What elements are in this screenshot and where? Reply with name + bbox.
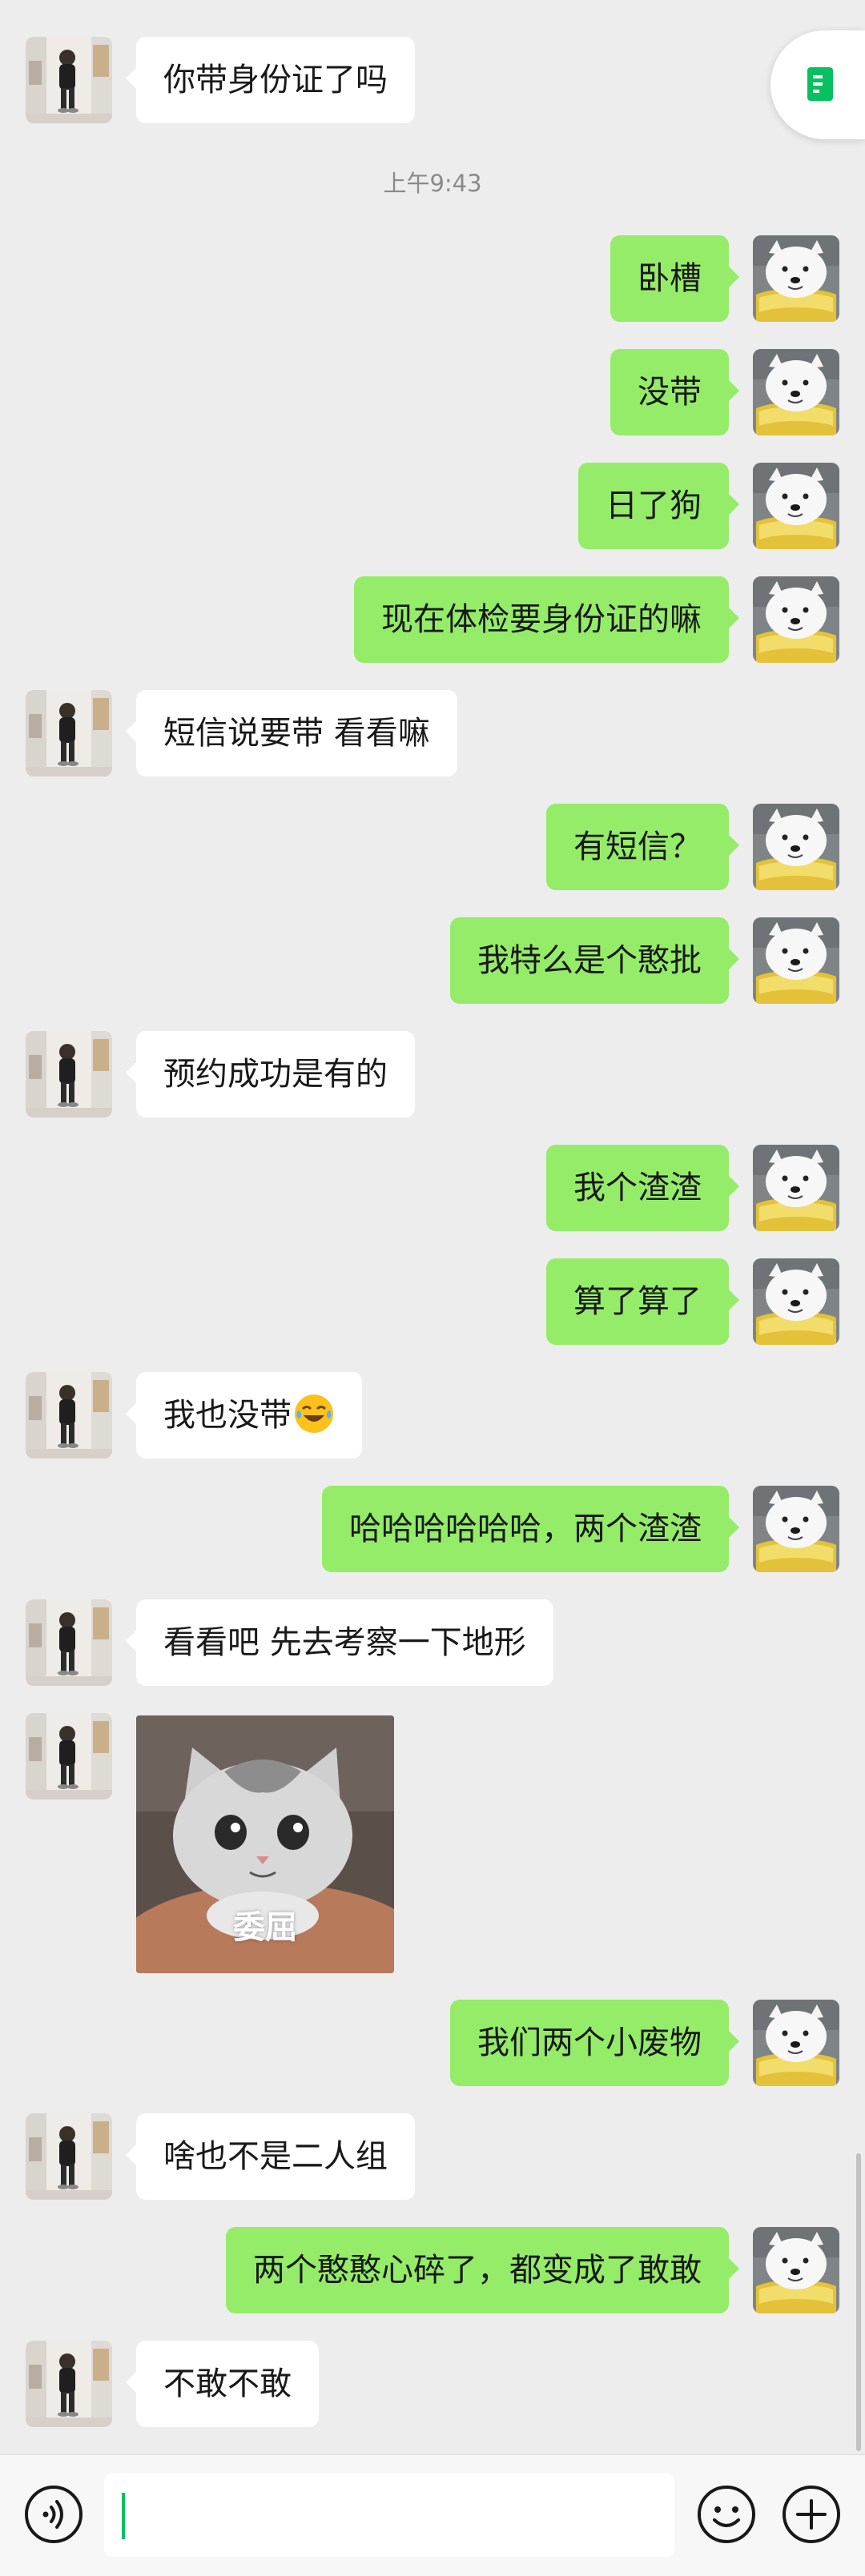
message-bubble[interactable]: 我个渣渣 [546, 1145, 739, 1231]
message-bubble[interactable]: 啥也不是二人组 [126, 2113, 415, 2200]
message-row-incoming: 看看吧 先去考察一下地形 [0, 1599, 865, 1689]
message-bubble[interactable]: 有短信？ [546, 804, 739, 890]
emoji-icon [698, 2486, 755, 2543]
crying-cat-sticker[interactable]: 委屈 [136, 1715, 394, 1973]
message-bubble[interactable]: 我特么是个憨批 [450, 917, 739, 1004]
message-bubble[interactable]: 两个憨憨心碎了，都变成了敢敢 [226, 2227, 739, 2313]
message-row-incoming [0, 1713, 865, 1803]
sticker-caption: 委屈 [233, 1909, 297, 1946]
message-text: 我也没带 [163, 1397, 292, 1434]
message-row-incoming: 啥也不是二人组 [0, 2113, 865, 2203]
message-row-outgoing: 没带 [0, 349, 865, 439]
message-bubble[interactable]: 我也没带 [126, 1372, 362, 1459]
chat-input-bar [0, 2454, 865, 2576]
message-row-outgoing: 日了狗 [0, 463, 865, 552]
message-row-incoming: 我也没带 [0, 1372, 865, 1462]
chat-area[interactable]: 你带身份证了吗 上午9:43 卧槽 没带 日了狗 现在体检要身份证的嘛 短信说要… [0, 0, 865, 2454]
message-row-outgoing: 现在体检要身份证的嘛 [0, 576, 865, 666]
contact-avatar[interactable] [26, 1372, 112, 1459]
message-row-outgoing: 两个憨憨心碎了，都变成了敢敢 [0, 2227, 865, 2317]
contact-avatar[interactable] [26, 1031, 112, 1117]
message-row-incoming: 预约成功是有的 [0, 1031, 865, 1121]
my-avatar[interactable] [753, 917, 839, 1004]
voice-button[interactable] [19, 2480, 88, 2549]
message-bubble[interactable]: 短信说要带 看看嘛 [126, 690, 457, 776]
message-bubble[interactable]: 不敢不敢 [126, 2341, 319, 2427]
message-bubble[interactable]: 哈哈哈哈哈哈，两个渣渣 [322, 1486, 739, 1572]
laughing-crying-emoji-icon [295, 1394, 333, 1433]
my-avatar[interactable] [753, 235, 839, 322]
voice-icon [25, 2486, 82, 2543]
message-bubble[interactable]: 现在体检要身份证的嘛 [354, 576, 739, 663]
message-row-outgoing: 哈哈哈哈哈哈，两个渣渣 [0, 1486, 865, 1575]
message-bubble[interactable]: 预约成功是有的 [126, 1031, 415, 1117]
my-avatar[interactable] [753, 1486, 839, 1572]
emoji-button[interactable] [692, 2480, 761, 2549]
my-avatar[interactable] [753, 463, 839, 549]
my-avatar[interactable] [753, 2000, 839, 2086]
message-row-outgoing: 我个渣渣 [0, 1145, 865, 1234]
contact-avatar[interactable] [26, 1599, 112, 1686]
my-avatar[interactable] [753, 349, 839, 435]
message-row-outgoing: 我特么是个憨批 [0, 917, 865, 1007]
message-row-outgoing: 有短信？ [0, 804, 865, 893]
message-row-incoming: 你带身份证了吗 [0, 37, 865, 126]
my-avatar[interactable] [753, 1145, 839, 1231]
plus-icon [783, 2486, 840, 2543]
message-row-outgoing: 算了算了 [0, 1258, 865, 1348]
message-row-outgoing: 卧槽 [0, 235, 865, 325]
message-bubble[interactable]: 你带身份证了吗 [126, 37, 415, 123]
my-avatar[interactable] [753, 1258, 839, 1345]
my-avatar[interactable] [753, 2227, 839, 2313]
message-input[interactable] [104, 2474, 674, 2557]
contact-avatar[interactable] [26, 690, 112, 776]
message-bubble[interactable]: 算了算了 [546, 1258, 739, 1345]
contact-avatar[interactable] [26, 2113, 112, 2200]
message-bubble[interactable]: 没带 [610, 349, 739, 435]
contact-avatar[interactable] [26, 1713, 112, 1800]
my-avatar[interactable] [753, 576, 839, 663]
text-cursor [122, 2493, 125, 2539]
chat-scrollbar[interactable] [856, 2153, 861, 2451]
message-bubble[interactable]: 卧槽 [610, 235, 739, 322]
message-row-outgoing: 我们两个小废物 [0, 2000, 865, 2089]
message-bubble[interactable]: 我们两个小废物 [450, 2000, 739, 2086]
contact-avatar[interactable] [26, 2341, 112, 2427]
message-row-incoming: 短信说要带 看看嘛 [0, 690, 865, 780]
contact-avatar[interactable] [26, 37, 112, 123]
message-timestamp: 上午9:43 [383, 170, 482, 197]
message-bubble[interactable]: 看看吧 先去考察一下地形 [126, 1599, 553, 1686]
message-bubble[interactable]: 日了狗 [578, 463, 739, 549]
more-button[interactable] [777, 2480, 846, 2549]
my-avatar[interactable] [753, 804, 839, 890]
message-row-incoming: 不敢不敢 [0, 2341, 865, 2430]
